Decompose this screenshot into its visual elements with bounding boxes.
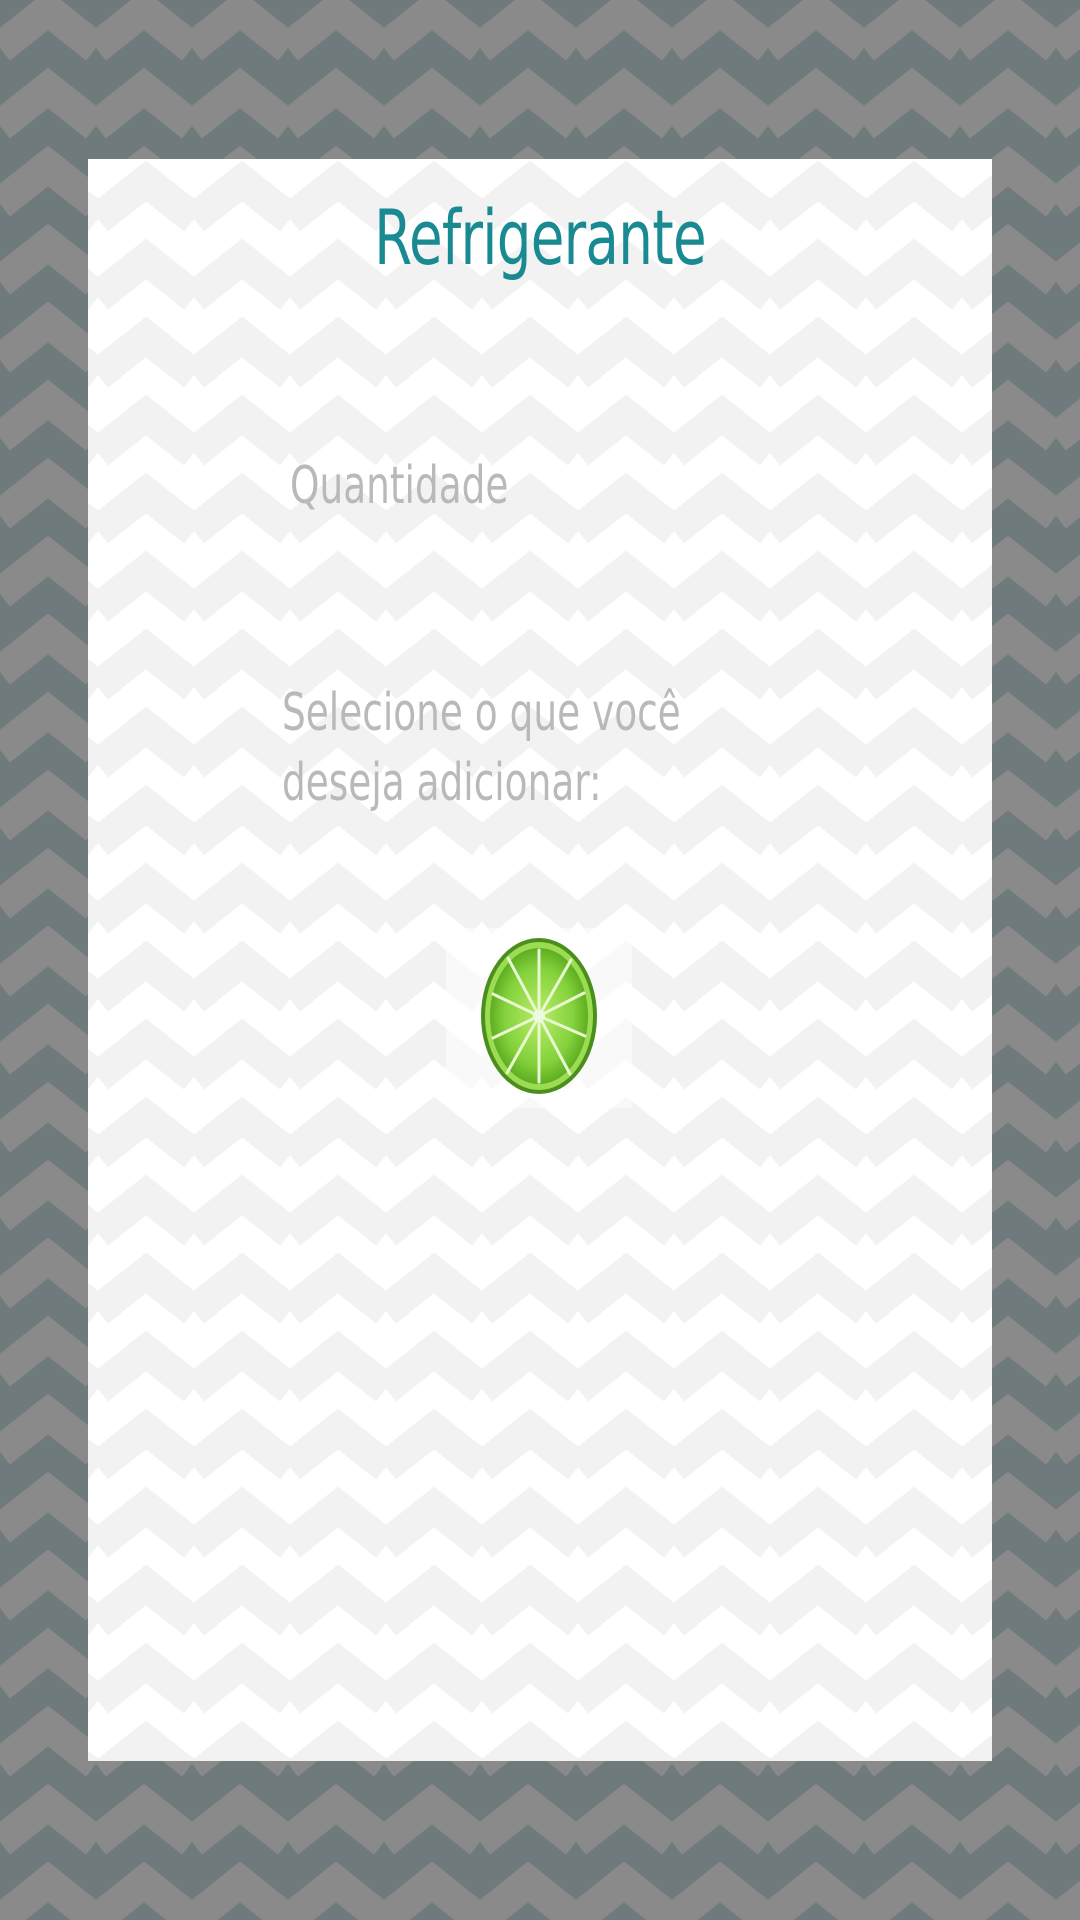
addon-option-lime[interactable] [446, 928, 632, 1108]
lime-slice-icon [446, 928, 632, 1108]
page-title: Refrigerante [374, 193, 707, 282]
addons-prompt: Selecione o que você deseja adicionar: [282, 683, 681, 813]
quantity-label: Quantidade [290, 456, 509, 516]
